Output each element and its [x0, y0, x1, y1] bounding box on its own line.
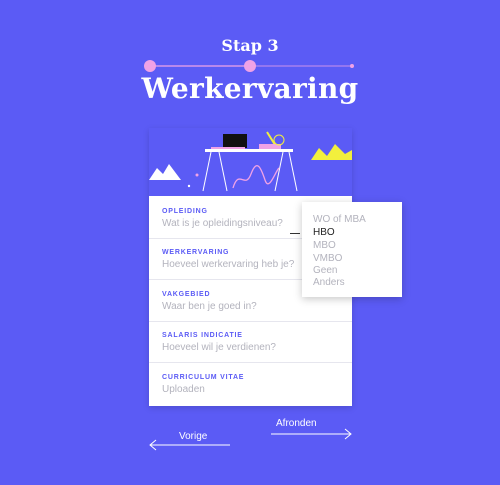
- field-salaris[interactable]: Salaris indicatie Hoeveel wil je verdien…: [149, 322, 352, 363]
- field-input[interactable]: Wat is je opleidingsniveau?: [162, 218, 283, 229]
- field-label: Salaris indicatie: [162, 332, 243, 339]
- page-title: Werkervaring: [141, 72, 359, 105]
- dropdown-option[interactable]: VMBO: [313, 253, 342, 264]
- field-cv[interactable]: Curriculum vitae Uploaden: [149, 364, 352, 404]
- progress-step-1[interactable]: [144, 60, 156, 72]
- selection-pointer: [290, 233, 300, 234]
- field-input[interactable]: Waar ben je goed in?: [162, 301, 257, 312]
- progress-step-4[interactable]: [350, 64, 354, 68]
- desk-illustration: [149, 128, 352, 196]
- dropdown-option[interactable]: WO of MBA: [313, 214, 366, 225]
- dropdown-option[interactable]: MBO: [313, 240, 336, 251]
- step-label: Stap 3: [221, 36, 279, 55]
- arrow-left-icon[interactable]: [148, 439, 232, 451]
- dropdown-option[interactable]: Geen: [313, 265, 337, 276]
- field-input[interactable]: Hoeveel werkervaring heb je?: [162, 259, 294, 270]
- field-label: Werkervaring: [162, 249, 230, 256]
- dropdown-option-selected[interactable]: HBO: [313, 227, 335, 238]
- arrow-right-icon[interactable]: [269, 428, 353, 440]
- education-dropdown: WO of MBA HBO MBO VMBO Geen Anders: [302, 202, 402, 297]
- field-label: Curriculum vitae: [162, 374, 245, 381]
- field-label: Vakgebied: [162, 291, 211, 298]
- field-label: Opleiding: [162, 208, 208, 215]
- dropdown-option[interactable]: Anders: [313, 277, 345, 288]
- field-input[interactable]: Hoeveel wil je verdienen?: [162, 342, 276, 353]
- progress-step-2[interactable]: [244, 60, 256, 72]
- upload-link[interactable]: Uploaden: [162, 384, 205, 395]
